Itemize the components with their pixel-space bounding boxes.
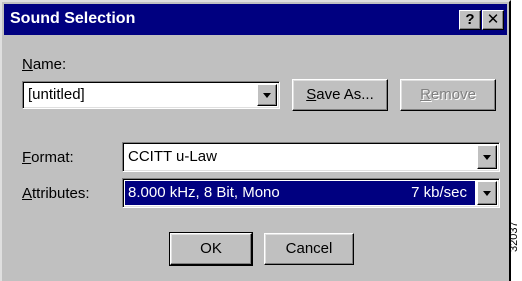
cancel-button[interactable]: Cancel [264, 233, 354, 265]
attributes-value: 8.000 kHz, 8 Bit, Mono [128, 184, 280, 201]
name-value: [untitled] [28, 86, 85, 103]
help-button[interactable]: ? [459, 10, 481, 30]
attributes-selection: 8.000 kHz, 8 Bit, Mono 7 kb/sec [125, 181, 475, 205]
format-value: CCITT u-Law [128, 148, 217, 165]
name-label: Name: [22, 56, 67, 73]
name-combobox[interactable]: [untitled] [22, 81, 280, 109]
close-button[interactable]: ✕ [482, 10, 504, 30]
name-dropdown-button[interactable] [257, 84, 277, 106]
save-as-button[interactable]: Save As... [292, 79, 388, 111]
format-dropdown-button[interactable] [477, 145, 497, 169]
figure-id: 32037 [508, 221, 520, 252]
sound-selection-dialog: Sound Selection ? ✕ Name: [untitled] Sav… [0, 0, 511, 281]
remove-button[interactable]: Remove [400, 79, 496, 111]
format-label: Format: [22, 149, 74, 166]
title-bar[interactable]: Sound Selection ? ✕ [4, 4, 507, 35]
dialog-title: Sound Selection [10, 10, 136, 27]
attributes-bitrate: 7 kb/sec [411, 184, 467, 201]
format-combobox[interactable]: CCITT u-Law [122, 142, 500, 172]
attributes-label: Attributes: [22, 185, 90, 202]
close-icon: ✕ [486, 11, 500, 28]
ok-button[interactable]: OK [169, 232, 253, 266]
attributes-dropdown-button[interactable] [477, 181, 497, 205]
attributes-combobox[interactable]: 8.000 kHz, 8 Bit, Mono 7 kb/sec [122, 178, 500, 208]
